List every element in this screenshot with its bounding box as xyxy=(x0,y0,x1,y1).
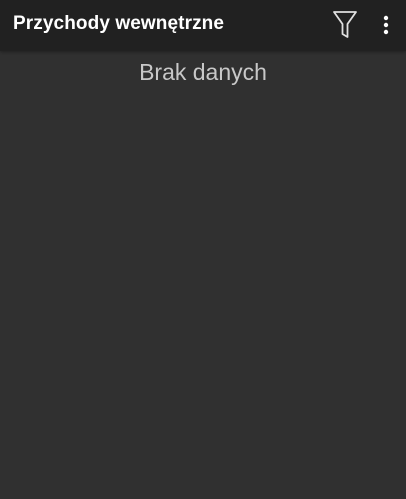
more-vertical-icon xyxy=(383,15,389,35)
empty-state-message: Brak danych xyxy=(139,59,267,85)
filter-icon xyxy=(333,11,357,38)
toolbar-title: Przychody wewnętrzne xyxy=(13,13,225,34)
app-screen: Przychody wewnętrzne Brak danych xyxy=(0,0,406,499)
filter-button[interactable] xyxy=(330,8,360,42)
app-toolbar: Przychody wewnętrzne xyxy=(0,0,406,51)
overflow-menu-button[interactable] xyxy=(376,10,396,40)
